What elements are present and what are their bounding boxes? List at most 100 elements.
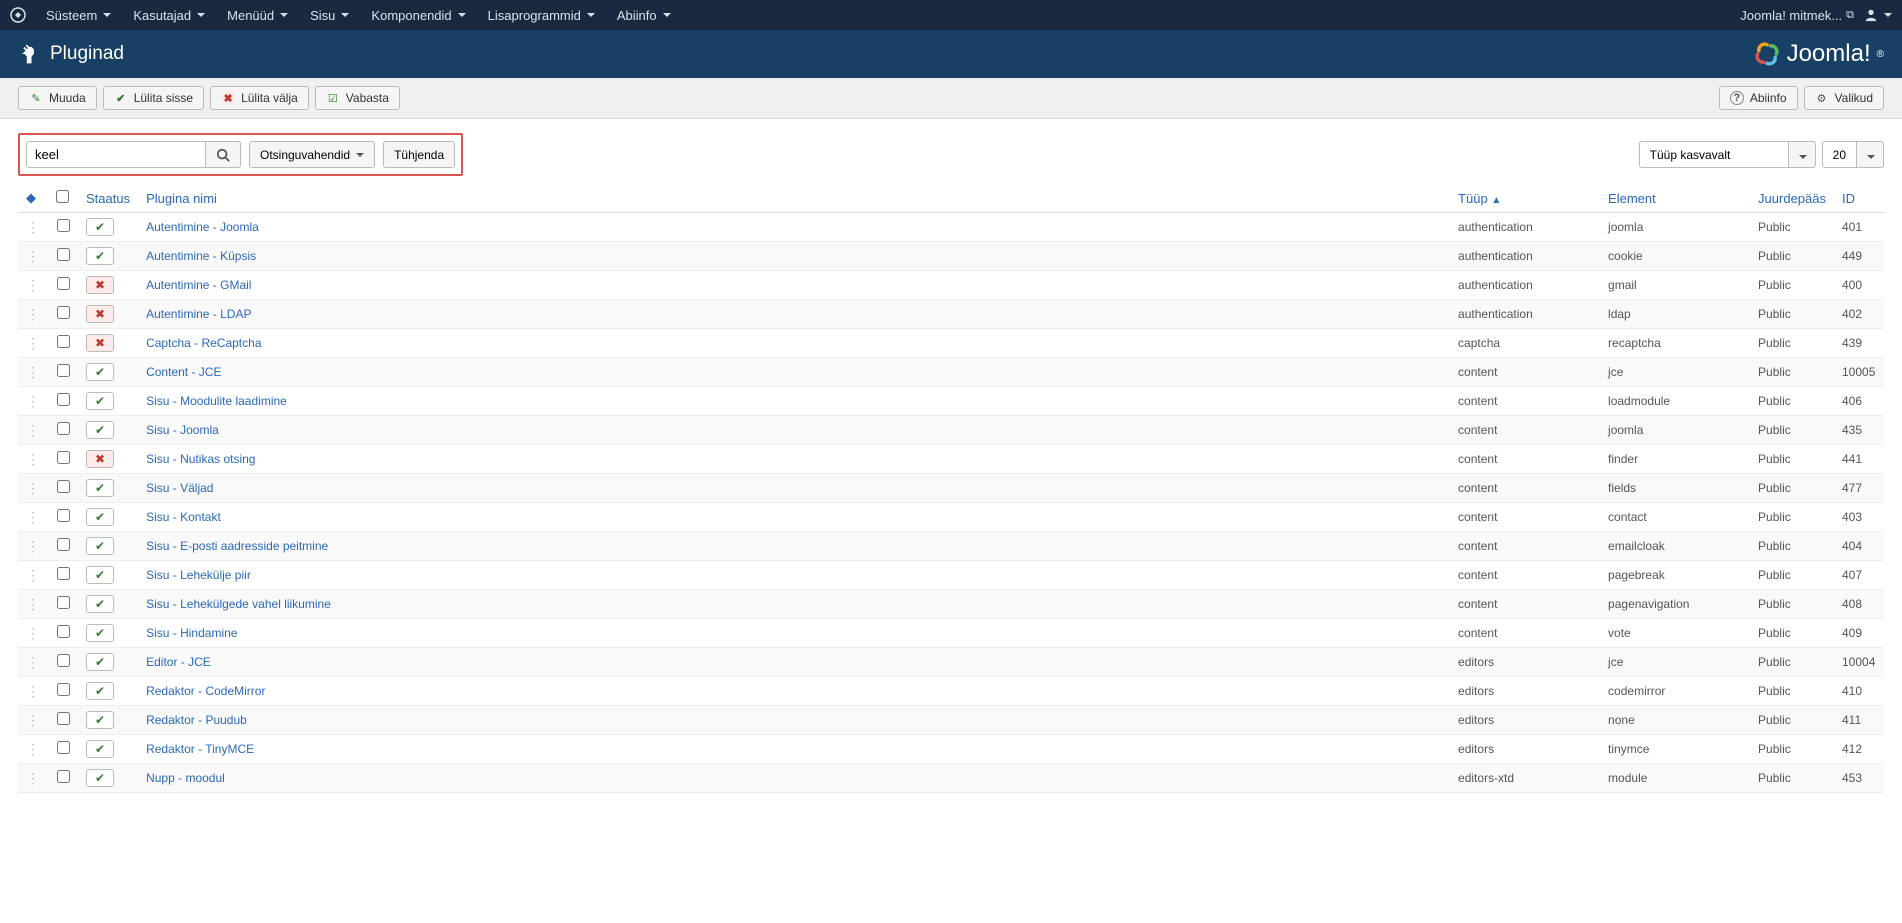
status-toggle-enabled[interactable]: ✔ xyxy=(86,740,114,758)
topnav-item-süsteem[interactable]: Süsteem xyxy=(36,2,121,29)
drag-handle-icon[interactable]: ⋮ xyxy=(26,480,40,497)
column-id[interactable]: ID xyxy=(1834,184,1884,213)
row-checkbox[interactable] xyxy=(57,393,70,406)
plugin-name-link[interactable]: Redaktor - TinyMCE xyxy=(146,742,254,756)
drag-handle-icon[interactable]: ⋮ xyxy=(26,335,40,352)
disable-button[interactable]: ✖ Lülita välja xyxy=(210,86,309,110)
status-toggle-enabled[interactable]: ✔ xyxy=(86,392,114,410)
drag-handle-icon[interactable]: ⋮ xyxy=(26,306,40,323)
column-element[interactable]: Element xyxy=(1600,184,1750,213)
status-toggle-disabled[interactable]: ✖ xyxy=(86,334,114,352)
topnav-item-komponendid[interactable]: Komponendid xyxy=(361,2,475,29)
plugin-name-link[interactable]: Sisu - Joomla xyxy=(146,423,219,437)
topnav-item-kasutajad[interactable]: Kasutajad xyxy=(123,2,215,29)
plugin-name-link[interactable]: Sisu - Väljad xyxy=(146,481,213,495)
row-checkbox[interactable] xyxy=(57,654,70,667)
row-checkbox[interactable] xyxy=(57,480,70,493)
user-menu[interactable] xyxy=(1864,8,1892,22)
drag-handle-icon[interactable]: ⋮ xyxy=(26,248,40,265)
options-button[interactable]: ⚙ Valikud xyxy=(1804,86,1884,110)
status-toggle-enabled[interactable]: ✔ xyxy=(86,508,114,526)
search-input[interactable] xyxy=(26,141,206,168)
edit-button[interactable]: ✎ Muuda xyxy=(18,86,97,110)
drag-handle-icon[interactable]: ⋮ xyxy=(26,538,40,555)
row-checkbox[interactable] xyxy=(57,509,70,522)
plugin-name-link[interactable]: Redaktor - Puudub xyxy=(146,713,247,727)
select-all-checkbox[interactable] xyxy=(56,190,69,203)
plugin-name-link[interactable]: Editor - JCE xyxy=(146,655,211,669)
row-checkbox[interactable] xyxy=(57,683,70,696)
status-toggle-disabled[interactable]: ✖ xyxy=(86,276,114,294)
status-toggle-enabled[interactable]: ✔ xyxy=(86,682,114,700)
enable-button[interactable]: ✔ Lülita sisse xyxy=(103,86,204,110)
status-toggle-enabled[interactable]: ✔ xyxy=(86,247,114,265)
drag-handle-icon[interactable]: ⋮ xyxy=(26,364,40,381)
row-checkbox[interactable] xyxy=(57,451,70,464)
drag-handle-icon[interactable]: ⋮ xyxy=(26,712,40,729)
status-toggle-disabled[interactable]: ✖ xyxy=(86,450,114,468)
row-checkbox[interactable] xyxy=(57,625,70,638)
row-checkbox[interactable] xyxy=(57,277,70,290)
row-checkbox[interactable] xyxy=(57,567,70,580)
plugin-name-link[interactable]: Autentimine - LDAP xyxy=(146,307,251,321)
row-checkbox[interactable] xyxy=(57,335,70,348)
status-toggle-enabled[interactable]: ✔ xyxy=(86,595,114,613)
drag-handle-icon[interactable]: ⋮ xyxy=(26,625,40,642)
column-status[interactable]: Staatus xyxy=(78,184,138,213)
status-toggle-enabled[interactable]: ✔ xyxy=(86,624,114,642)
status-toggle-enabled[interactable]: ✔ xyxy=(86,566,114,584)
status-toggle-enabled[interactable]: ✔ xyxy=(86,421,114,439)
column-sort[interactable]: ◆ xyxy=(18,184,48,213)
topnav-item-menüüd[interactable]: Menüüd xyxy=(217,2,298,29)
plugin-name-link[interactable]: Content - JCE xyxy=(146,365,221,379)
plugin-name-link[interactable]: Redaktor - CodeMirror xyxy=(146,684,265,698)
topnav-item-abiinfo[interactable]: Abiinfo xyxy=(607,2,681,29)
sort-select-caret[interactable] xyxy=(1789,141,1816,168)
sort-select[interactable]: Tüüp kasvavalt xyxy=(1639,141,1816,168)
plugin-name-link[interactable]: Nupp - moodul xyxy=(146,771,225,785)
plugin-name-link[interactable]: Autentimine - Joomla xyxy=(146,220,259,234)
status-toggle-enabled[interactable]: ✔ xyxy=(86,769,114,787)
row-checkbox[interactable] xyxy=(57,538,70,551)
column-name[interactable]: Plugina nimi xyxy=(138,184,1450,213)
limit-select-caret[interactable] xyxy=(1857,141,1884,168)
plugin-name-link[interactable]: Autentimine - GMail xyxy=(146,278,251,292)
row-checkbox[interactable] xyxy=(57,596,70,609)
row-checkbox[interactable] xyxy=(57,306,70,319)
status-toggle-enabled[interactable]: ✔ xyxy=(86,653,114,671)
limit-select[interactable]: 20 xyxy=(1822,141,1884,168)
drag-handle-icon[interactable]: ⋮ xyxy=(26,422,40,439)
plugin-name-link[interactable]: Autentimine - Küpsis xyxy=(146,249,256,263)
checkin-button[interactable]: ☑ Vabasta xyxy=(315,86,400,110)
site-frontend-link[interactable]: Joomla! mitmek... ⧉ xyxy=(1740,8,1854,23)
sort-select-value[interactable]: Tüüp kasvavalt xyxy=(1639,141,1789,168)
status-toggle-enabled[interactable]: ✔ xyxy=(86,711,114,729)
search-tools-button[interactable]: Otsinguvahendid xyxy=(249,141,375,168)
status-toggle-enabled[interactable]: ✔ xyxy=(86,479,114,497)
plugin-name-link[interactable]: Captcha - ReCaptcha xyxy=(146,336,261,350)
joomla-icon[interactable] xyxy=(10,7,26,23)
plugin-name-link[interactable]: Sisu - Nutikas otsing xyxy=(146,452,255,466)
status-toggle-enabled[interactable]: ✔ xyxy=(86,537,114,555)
row-checkbox[interactable] xyxy=(57,248,70,261)
row-checkbox[interactable] xyxy=(57,770,70,783)
drag-handle-icon[interactable]: ⋮ xyxy=(26,567,40,584)
status-toggle-enabled[interactable]: ✔ xyxy=(86,363,114,381)
drag-handle-icon[interactable]: ⋮ xyxy=(26,596,40,613)
drag-handle-icon[interactable]: ⋮ xyxy=(26,509,40,526)
row-checkbox[interactable] xyxy=(57,422,70,435)
plugin-name-link[interactable]: Sisu - Moodulite laadimine xyxy=(146,394,287,408)
status-toggle-enabled[interactable]: ✔ xyxy=(86,218,114,236)
row-checkbox[interactable] xyxy=(57,712,70,725)
help-button[interactable]: ? Abiinfo xyxy=(1719,86,1798,110)
drag-handle-icon[interactable]: ⋮ xyxy=(26,277,40,294)
limit-select-value[interactable]: 20 xyxy=(1822,141,1857,168)
drag-handle-icon[interactable]: ⋮ xyxy=(26,451,40,468)
search-submit-button[interactable] xyxy=(206,141,241,168)
plugin-name-link[interactable]: Sisu - Lehekülgede vahel liikumine xyxy=(146,597,331,611)
column-type[interactable]: Tüüp ▲ xyxy=(1450,184,1600,213)
plugin-name-link[interactable]: Sisu - Hindamine xyxy=(146,626,237,640)
plugin-name-link[interactable]: Sisu - Kontakt xyxy=(146,510,221,524)
topnav-item-sisu[interactable]: Sisu xyxy=(300,2,359,29)
drag-handle-icon[interactable]: ⋮ xyxy=(26,741,40,758)
